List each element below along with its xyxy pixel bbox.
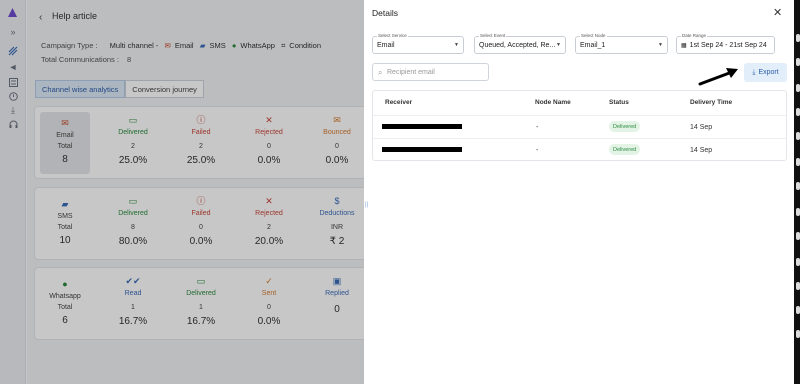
column-header-node-name[interactable]: Node Name (535, 99, 571, 106)
annotation-arrow (698, 68, 738, 86)
close-icon[interactable]: ✕ (773, 6, 782, 19)
panel-resize-handle[interactable]: || (365, 202, 368, 208)
date-range-picker[interactable]: Date Range ▦ 1st Sep 24 - 21st Sep 24 (676, 33, 775, 54)
select-node-dropdown[interactable]: Select Node Email_1 ▼ (575, 33, 668, 54)
details-panel: Details ✕ Select Service Email ▼ Select … (364, 0, 794, 384)
table-row[interactable]: - Delivered 14 Sep (373, 115, 786, 138)
column-header-status[interactable]: Status (609, 99, 629, 106)
app-root: » ◄ ⤓ ‹ Help article Campaign Type : Mul… (0, 0, 800, 384)
edge-marker (796, 158, 800, 166)
redacted-receiver (382, 147, 462, 152)
modal-backdrop[interactable] (0, 0, 364, 384)
recipient-search-input[interactable]: ⌕ Recipient email (372, 63, 489, 81)
edge-marker (796, 132, 800, 140)
select-service-dropdown[interactable]: Select Service Email ▼ (372, 33, 464, 54)
edge-marker (796, 84, 800, 92)
details-table: Receiver Node Name Status Delivery Time … (372, 90, 787, 161)
caret-down-icon: ▼ (658, 42, 663, 48)
download-icon: ⤓ (752, 68, 756, 76)
caret-down-icon: ▼ (556, 42, 561, 48)
export-button[interactable]: ⤓ Export (744, 63, 787, 82)
edge-marker (796, 282, 800, 290)
caret-down-icon: ▼ (454, 42, 459, 48)
edge-marker (796, 208, 800, 216)
table-row[interactable]: - Delivered 14 Sep (373, 138, 786, 161)
status-badge: Delivered (609, 144, 641, 155)
edge-marker (796, 258, 800, 266)
panel-title: Details (372, 8, 398, 18)
redacted-receiver (382, 124, 462, 129)
edge-marker (796, 182, 800, 190)
status-badge: Delivered (609, 121, 641, 132)
edge-marker (796, 108, 800, 116)
edge-marker (796, 58, 800, 66)
edge-marker (796, 306, 800, 314)
edge-marker (796, 330, 800, 338)
edge-marker (796, 232, 800, 240)
column-header-delivery-time[interactable]: Delivery Time (690, 99, 732, 106)
column-header-receiver[interactable]: Receiver (385, 99, 412, 106)
search-icon: ⌕ (378, 68, 383, 77)
calendar-icon: ▦ (681, 43, 687, 49)
edge-marker (796, 34, 800, 42)
select-event-dropdown[interactable]: Select Event Queued, Accepted, Re... ▼ (474, 33, 566, 54)
